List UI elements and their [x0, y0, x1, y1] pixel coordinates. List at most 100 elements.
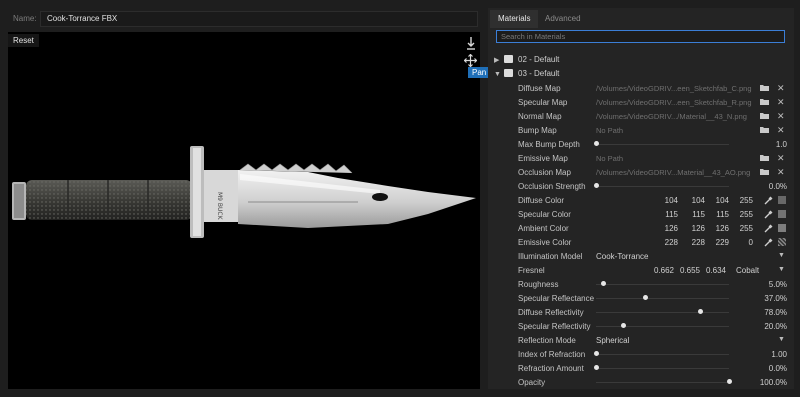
download-icon[interactable]: [465, 36, 477, 50]
fresnel-preset-select[interactable]: Cobalt: [736, 266, 759, 275]
slider-handle[interactable]: [594, 141, 599, 146]
color-g-value[interactable]: 126: [681, 224, 705, 233]
reset-button[interactable]: Reset: [8, 34, 39, 47]
property-label: Specular Reflectance: [518, 294, 595, 303]
color-swatch[interactable]: [778, 210, 786, 218]
eyedropper-icon[interactable]: [764, 223, 774, 233]
chevron-right-icon[interactable]: ▶: [494, 56, 502, 64]
reflection-mode-select[interactable]: Spherical: [596, 336, 629, 345]
material-icon: [504, 55, 513, 63]
property-label: Diffuse Map: [518, 84, 561, 93]
folder-icon[interactable]: [760, 154, 769, 161]
slider-handle[interactable]: [727, 379, 732, 384]
slider-value: 1.0: [775, 140, 787, 149]
slider-track[interactable]: [596, 298, 729, 299]
property-row-normal-map: Normal Map /Volumes/VideoGDRIV.../Materi…: [488, 110, 794, 124]
color-swatch[interactable]: [778, 224, 786, 232]
name-field[interactable]: Cook-Torrance FBX: [40, 11, 478, 27]
map-path[interactable]: No Path: [596, 154, 623, 163]
color-b-value[interactable]: 229: [705, 238, 729, 247]
slider-value: 20.0%: [764, 322, 787, 331]
property-row-max-bump-depth: Max Bump Depth 1.0: [488, 138, 794, 152]
slider-track[interactable]: [596, 284, 729, 285]
eyedropper-icon[interactable]: [764, 195, 774, 205]
slider-handle[interactable]: [594, 351, 599, 356]
slider-handle[interactable]: [697, 309, 703, 314]
slider-track[interactable]: [596, 144, 729, 145]
close-icon[interactable]: ✕: [777, 83, 785, 93]
close-icon[interactable]: ✕: [777, 167, 785, 177]
folder-icon[interactable]: [760, 84, 769, 91]
chevron-down-icon[interactable]: ▼: [494, 71, 502, 78]
map-path[interactable]: /Volumes/VideoGDRIV.../Material__43_N.pn…: [596, 112, 747, 121]
property-label: Roughness: [518, 280, 559, 289]
color-r-value[interactable]: 228: [654, 238, 678, 247]
slider-handle[interactable]: [594, 365, 599, 370]
chevron-down-icon[interactable]: ▼: [778, 266, 785, 273]
property-label: Reflection Mode: [518, 336, 576, 345]
property-label: Illumination Model: [518, 252, 583, 261]
chevron-down-icon[interactable]: ▼: [778, 252, 785, 259]
property-row-index-of-refraction: Index of Refraction 1.00: [488, 348, 794, 362]
map-path[interactable]: /Volumes/VideoGDRIV...een_Sketchfab_R.pn…: [596, 98, 752, 107]
slider-track[interactable]: [596, 326, 729, 327]
material-item[interactable]: ▼ 03 - Default: [494, 69, 559, 78]
color-swatch[interactable]: [778, 196, 786, 204]
tab-advanced[interactable]: Advanced: [537, 10, 589, 28]
move-icon[interactable]: [464, 54, 477, 67]
fresnel-b-value[interactable]: 0.634: [696, 266, 726, 275]
slider-handle[interactable]: [643, 295, 649, 300]
color-a-value[interactable]: 255: [729, 224, 753, 233]
property-label: Opacity: [518, 378, 546, 387]
folder-icon[interactable]: [760, 112, 769, 119]
color-b-value[interactable]: 104: [705, 196, 729, 205]
slider-track[interactable]: [596, 368, 729, 369]
chevron-down-icon[interactable]: ▼: [778, 336, 785, 343]
property-label: Specular Reflectivity: [518, 322, 591, 331]
property-label: Emissive Map: [518, 154, 568, 163]
color-g-value[interactable]: 228: [681, 238, 705, 247]
property-label: Index of Refraction: [518, 350, 586, 359]
color-a-value[interactable]: 0: [729, 238, 753, 247]
color-r-value[interactable]: 126: [654, 224, 678, 233]
slider-track[interactable]: [596, 382, 729, 383]
slider-value: 37.0%: [764, 294, 787, 303]
search-input[interactable]: Search in Materials: [496, 30, 785, 43]
folder-icon[interactable]: [760, 168, 769, 175]
property-row-occlusion-map: Occlusion Map /Volumes/VideoGDRIV...Mate…: [488, 166, 794, 180]
color-swatch[interactable]: [778, 238, 786, 246]
slider-handle[interactable]: [600, 281, 606, 286]
eyedropper-icon[interactable]: [764, 237, 774, 247]
close-icon[interactable]: ✕: [777, 97, 785, 107]
folder-icon[interactable]: [760, 126, 769, 133]
property-row-specular-reflectivity: Specular Reflectivity 20.0%: [488, 320, 794, 334]
material-item[interactable]: ▶ 02 - Default: [494, 55, 559, 64]
property-label: Specular Color: [518, 210, 571, 219]
folder-icon[interactable]: [760, 98, 769, 105]
property-row-reflection-mode: Reflection Mode Spherical ▼: [488, 334, 794, 348]
slider-handle[interactable]: [594, 183, 599, 188]
color-r-value[interactable]: 104: [654, 196, 678, 205]
color-b-value[interactable]: 126: [705, 224, 729, 233]
color-b-value[interactable]: 115: [705, 210, 729, 219]
slider-handle[interactable]: [620, 323, 626, 328]
slider-track[interactable]: [596, 354, 729, 355]
map-path[interactable]: /Volumes/VideoGDRIV...een_Sketchfab_C.pn…: [596, 84, 752, 93]
color-g-value[interactable]: 104: [681, 196, 705, 205]
close-icon[interactable]: ✕: [777, 153, 785, 163]
color-g-value[interactable]: 115: [681, 210, 705, 219]
property-label: Diffuse Color: [518, 196, 565, 205]
close-icon[interactable]: ✕: [777, 125, 785, 135]
illumination-select[interactable]: Cook-Torrance: [596, 252, 648, 261]
property-row-refraction-amount: Refraction Amount 0.0%: [488, 362, 794, 376]
map-path[interactable]: /Volumes/VideoGDRIV...Material__43_AO.pn…: [596, 168, 750, 177]
slider-track[interactable]: [596, 186, 729, 187]
color-a-value[interactable]: 255: [729, 196, 753, 205]
color-r-value[interactable]: 115: [654, 210, 678, 219]
tab-materials[interactable]: Materials: [490, 10, 539, 28]
close-icon[interactable]: ✕: [777, 111, 785, 121]
color-a-value[interactable]: 255: [729, 210, 753, 219]
slider-track[interactable]: [596, 312, 729, 313]
eyedropper-icon[interactable]: [764, 209, 774, 219]
map-path[interactable]: No Path: [596, 126, 623, 135]
